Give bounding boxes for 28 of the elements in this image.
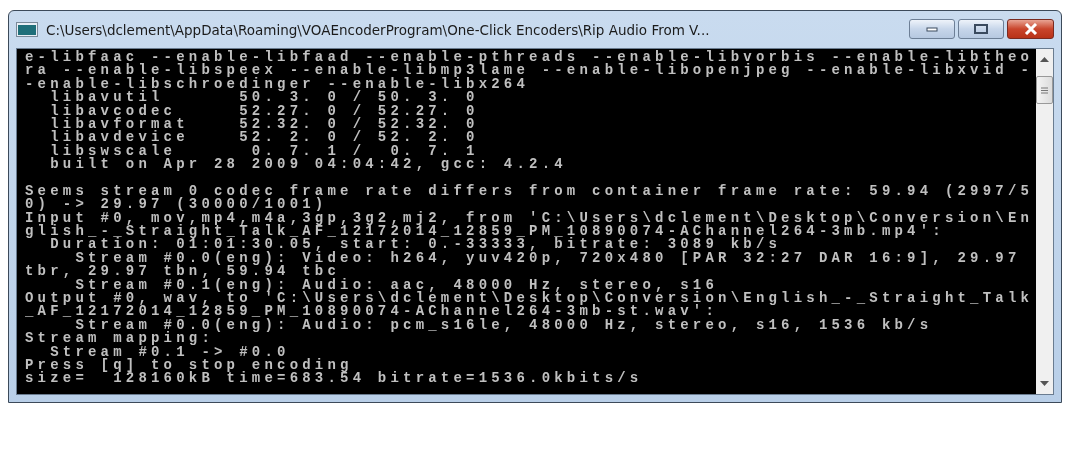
console-line: ra --enable-libspeex --enable-libmp3lame --enable-libopenjpeg --enable-libxvid - xyxy=(25,64,1034,78)
close-button[interactable] xyxy=(1007,19,1054,39)
console-line: Duration: 01:01:30.05, start: 0.-33333, bitrate: 3089 kb/s xyxy=(50,238,782,252)
console-line: Input #0, mov,mp4,m4a,3gp,3g2,mj2, from 'C:\Users\dclement\Desktop\Conversion\En xyxy=(25,211,1034,226)
console-line: built on Apr 28 2009 04:04:42, gcc: 4.2.4 xyxy=(49,158,567,172)
console-line: glish_-_Straight_Talk_AF_12172014_12859_PM_10890074-AChannel264-3mb.mp4': xyxy=(25,225,945,239)
window-title: C:\Users\dclement\AppData\Roaming\VOAEncoderProgram\One-Click Encoders\Rip Audio From V... xyxy=(46,21,711,38)
console-icon xyxy=(16,22,38,37)
console-line: libavdevice 52. 2. 0 / 52. 2. 0 xyxy=(49,131,479,145)
console-line: Stream mapping: xyxy=(25,332,215,346)
scroll-up-icon[interactable] xyxy=(1040,57,1049,62)
minimize-button[interactable] xyxy=(909,19,955,39)
maximize-button[interactable] xyxy=(958,19,1004,39)
scrollbar[interactable] xyxy=(1036,49,1053,394)
console-line: size= 128160kB time=683.54 bitrate=1536.0kbits/s xyxy=(25,372,643,386)
scroll-down-icon[interactable] xyxy=(1040,381,1049,386)
close-icon xyxy=(1023,23,1038,35)
console-line: libavcodec 52.27. 0 / 52.27. 0 xyxy=(49,104,479,118)
console-line: Output #0, wav, to 'C:\Users\dclement\Desktop\Conversion\English_-_Straight_Talk xyxy=(25,292,1034,306)
console-line: 0) -> 29.97 (30000/1001) xyxy=(25,198,328,212)
console-line: Stream #0.0(eng): Audio: pcm_s16le, 48000 Hz, stereo, s16, 1536 kb/s xyxy=(75,318,933,333)
console-line: _AF_12172014_12859_PM_10890074-AChannel264-3mb-st.wav': xyxy=(25,305,719,319)
minimize-icon xyxy=(926,26,938,32)
console-line: tbr, 29.97 tbn, 59.94 tbc xyxy=(25,265,341,279)
console-line: libavutil 50. 3. 0 / 50. 3. 0 xyxy=(50,91,479,105)
console-line: Stream #0.1 -> #0.0 xyxy=(50,345,290,359)
scroll-thumb[interactable] xyxy=(1036,76,1053,104)
maximize-icon xyxy=(974,24,988,34)
